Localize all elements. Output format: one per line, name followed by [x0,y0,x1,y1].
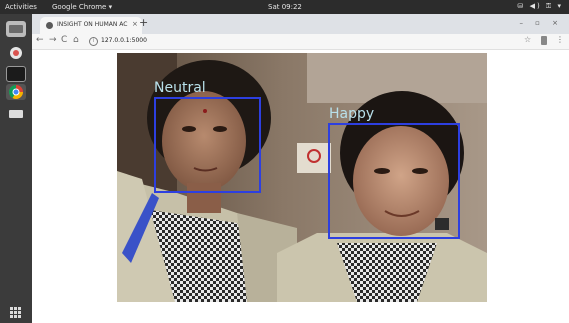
address-bar[interactable]: 127.0.0.1:5000 [101,37,147,44]
page-content: Neutral Happy [32,50,569,323]
favicon-icon [46,22,53,29]
extension-icon[interactable] [541,36,547,45]
window-controls[interactable]: – ▫ × [519,19,563,27]
tab-title: INSIGHT ON HUMAN AC [57,21,128,28]
site-info-icon[interactable]: i [89,37,98,46]
chrome-menu-button[interactable]: ⋮ [556,35,564,44]
face-box-happy [328,123,460,239]
emotion-label-neutral: Neutral [154,80,206,96]
tab-close-button[interactable]: × [132,20,138,28]
launcher-dock [0,14,32,323]
browser-tab[interactable]: INSIGHT ON HUMAN AC × [40,17,142,34]
chrome-window: INSIGHT ON HUMAN AC × + – ▫ × ← → C ⌂ i … [32,14,569,323]
files-icon[interactable] [6,21,26,37]
back-button[interactable]: ← [36,35,44,45]
browser-toolbar: ← → C ⌂ i 127.0.0.1:5000 ☆ ⋮ [32,34,569,50]
clock[interactable]: Sat 09:22 [268,3,302,11]
system-top-bar: Activities Google Chrome ▾ Sat 09:22 ⛁ ◀… [0,0,569,14]
show-applications-icon[interactable] [10,307,22,319]
terminal-icon[interactable] [6,66,26,82]
home-button[interactable]: ⌂ [73,35,79,45]
activities-button[interactable]: Activities [5,3,37,11]
face-box-neutral [154,97,261,193]
drive-icon[interactable] [6,106,26,122]
emotion-label-happy: Happy [329,106,375,122]
reload-button[interactable]: C [61,35,67,45]
new-tab-button[interactable]: + [139,17,148,29]
settings-icon[interactable] [6,45,26,61]
tab-strip: INSIGHT ON HUMAN AC × + – ▫ × [32,14,569,34]
system-tray[interactable]: ⛁ ◀) ⚿ ▾ [518,2,564,11]
forward-button[interactable]: → [49,35,57,45]
webcam-feed: Neutral Happy [117,53,487,302]
bookmark-star-icon[interactable]: ☆ [524,35,531,44]
app-menu[interactable]: Google Chrome ▾ [52,3,112,11]
chrome-icon[interactable] [6,84,26,100]
